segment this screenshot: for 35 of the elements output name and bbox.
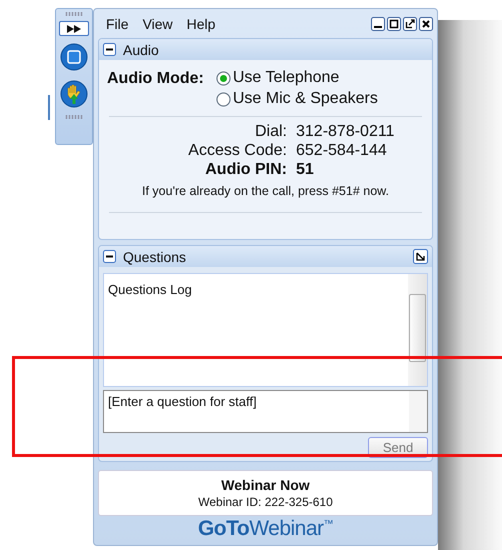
section-title: Audio bbox=[123, 42, 159, 58]
log-title: Questions Log bbox=[107, 281, 192, 297]
detail-value: 312-878-0211 bbox=[296, 123, 396, 141]
webinar-title: Webinar Now bbox=[221, 477, 310, 493]
detail-label: Audio PIN: bbox=[204, 161, 287, 179]
radio-option[interactable]: Use Telephone bbox=[216, 69, 378, 87]
detail-label: Dial: bbox=[254, 123, 287, 141]
minimize-icon[interactable] bbox=[371, 17, 385, 31]
logo: GoToWebinar$^{™}$ bbox=[198, 516, 334, 540]
section-title: Questions bbox=[123, 248, 186, 264]
radio-option[interactable]: Use Mic & Speakers bbox=[216, 90, 378, 108]
instruction-text: If you're already on the call, press #51# now. bbox=[141, 184, 390, 198]
webinar-id: Webinar ID: 222-325-610 bbox=[198, 495, 333, 509]
collapse-icon[interactable] bbox=[103, 250, 116, 263]
detail-value: 652-584-144 bbox=[296, 142, 388, 160]
raise-hand-icon[interactable] bbox=[60, 80, 88, 108]
radio-icon[interactable] bbox=[216, 92, 231, 106]
pop-out-icon[interactable] bbox=[403, 17, 417, 31]
menu-item[interactable]: File bbox=[106, 16, 129, 32]
expand-button[interactable] bbox=[59, 21, 89, 36]
menu-item[interactable]: Help bbox=[186, 16, 216, 32]
stop-icon[interactable] bbox=[60, 43, 88, 71]
menu-item[interactable]: View bbox=[142, 16, 173, 32]
close-icon[interactable] bbox=[419, 17, 433, 31]
maximize-icon[interactable] bbox=[387, 17, 401, 31]
grip-icon bbox=[65, 115, 83, 119]
detail-label: Access Code: bbox=[187, 142, 287, 160]
fast-forward-icon bbox=[67, 24, 81, 32]
audio-mode-label: Audio Mode: bbox=[107, 69, 204, 89]
radio-icon[interactable] bbox=[216, 70, 231, 86]
detail-value: 51 bbox=[296, 161, 315, 179]
undock-icon[interactable] bbox=[413, 249, 428, 264]
scroll-bar[interactable] bbox=[408, 274, 427, 386]
collapse-icon[interactable] bbox=[103, 43, 116, 56]
grip-icon bbox=[65, 12, 83, 16]
